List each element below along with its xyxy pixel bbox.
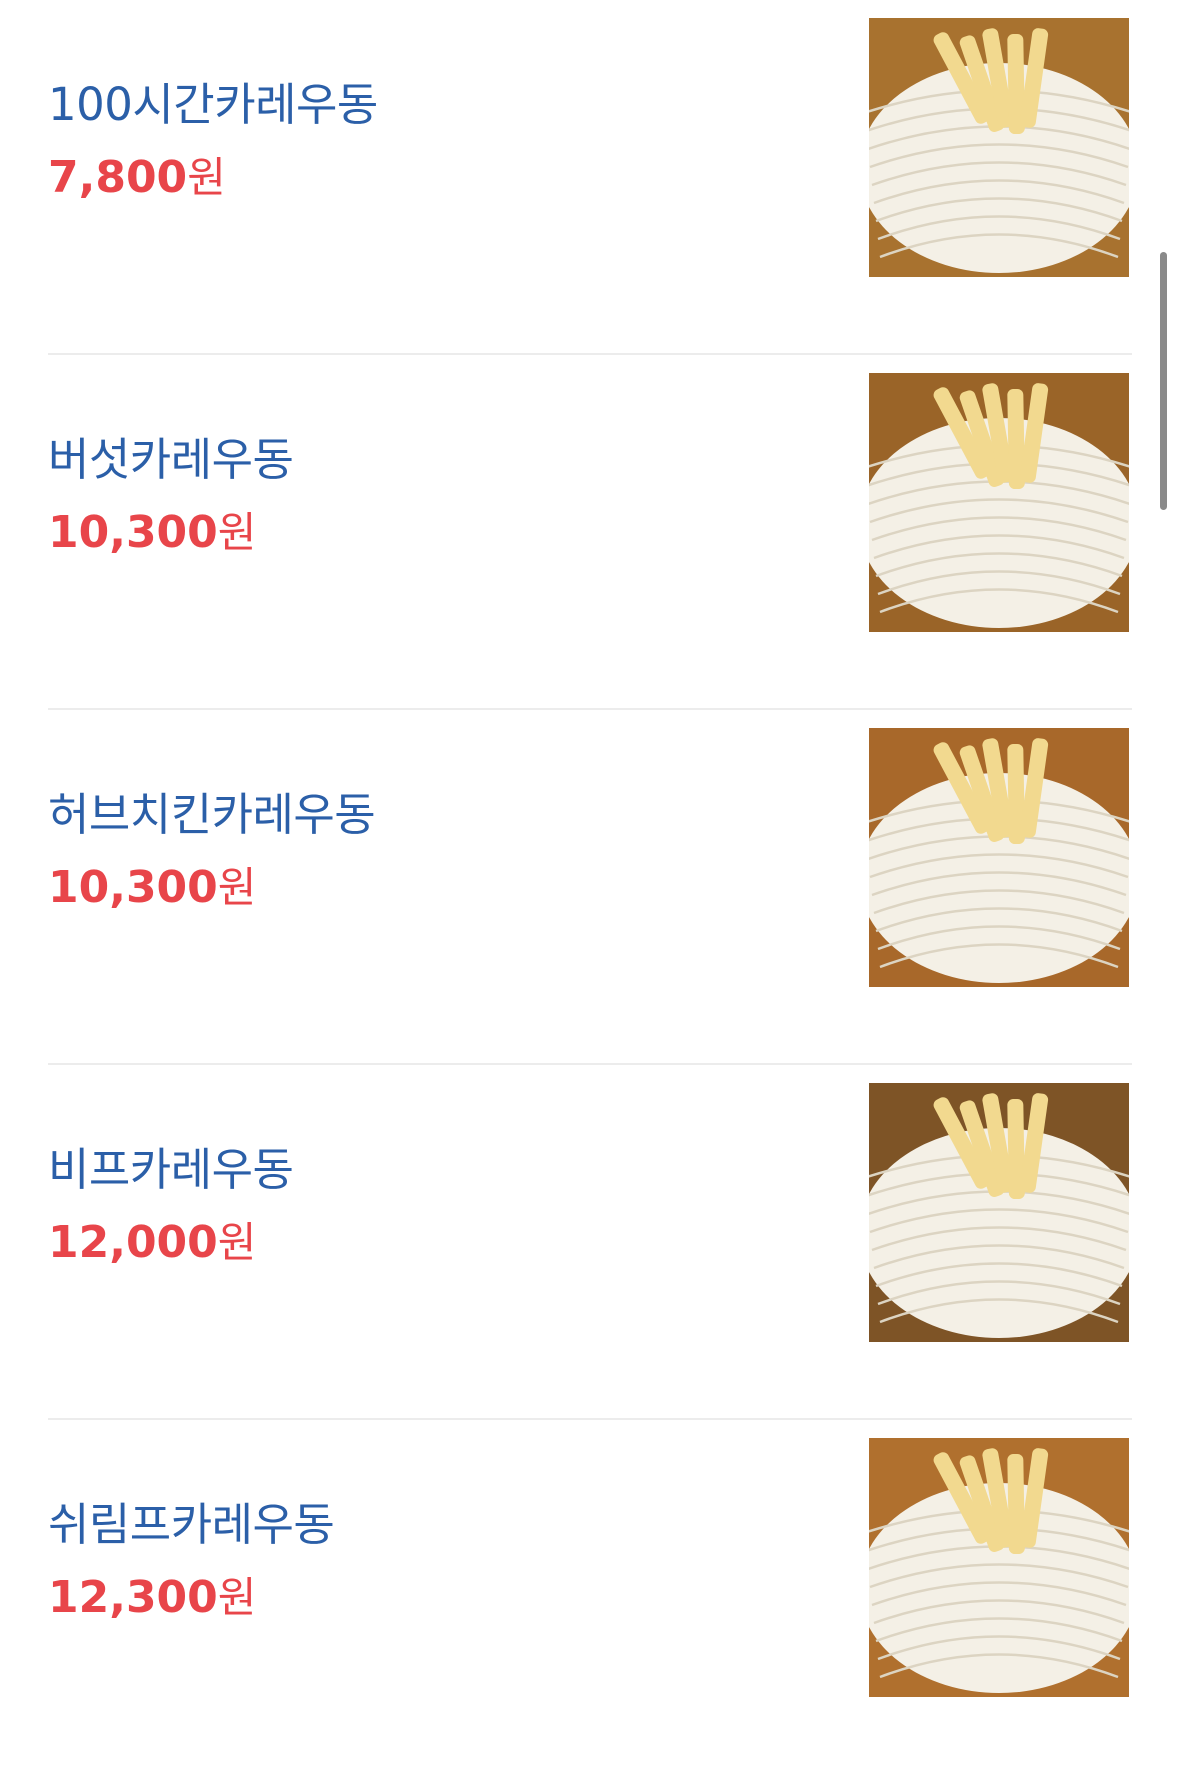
menu-item-price: 10,300원 bbox=[48, 861, 375, 915]
price-currency: 원 bbox=[217, 1218, 257, 1267]
menu-item-name: 100시간카레우동 bbox=[48, 78, 378, 131]
menu-item-text: 허브치킨카레우동 10,300원 bbox=[48, 785, 376, 915]
curry-udon-beef-photo bbox=[869, 1083, 1129, 1342]
menu-item-photo[interactable] bbox=[869, 1083, 1129, 1342]
menu-item-text: 버섯카레우동 10,300원 bbox=[48, 430, 294, 560]
menu-item-text: 비프카레우동 12,000원 bbox=[48, 1140, 294, 1270]
price-value: 7,800 bbox=[48, 152, 188, 203]
menu-item-price: 12,300원 bbox=[48, 1571, 334, 1625]
curry-udon-shrimp-photo bbox=[869, 1438, 1129, 1697]
menu-item-name: 버섯카레우동 bbox=[48, 433, 294, 486]
price-value: 10,300 bbox=[48, 507, 218, 558]
curry-udon-mushroom-photo bbox=[869, 373, 1129, 632]
menu-item-text: 쉬림프카레우동 12,300원 bbox=[48, 1495, 335, 1625]
menu-item-price: 12,000원 bbox=[48, 1216, 293, 1270]
menu-item[interactable]: 쉬림프카레우동 12,300원 bbox=[48, 1420, 1132, 1775]
menu-item-photo[interactable] bbox=[869, 373, 1129, 632]
price-value: 12,300 bbox=[48, 1572, 218, 1623]
scrollbar[interactable] bbox=[1160, 252, 1167, 510]
menu-item-photo[interactable] bbox=[869, 1438, 1129, 1697]
menu-item-name: 쉬림프카레우동 bbox=[48, 1498, 335, 1551]
price-value: 10,300 bbox=[48, 862, 218, 913]
price-currency: 원 bbox=[187, 153, 226, 202]
menu-item[interactable]: 비프카레우동 12,000원 bbox=[48, 1065, 1132, 1420]
price-currency: 원 bbox=[217, 1573, 257, 1622]
menu-item-name: 비프카레우동 bbox=[48, 1143, 294, 1196]
menu-item[interactable]: 버섯카레우동 10,300원 bbox=[48, 355, 1132, 710]
menu-item-price: 7,800원 bbox=[48, 151, 378, 205]
menu-item-name: 허브치킨카레우동 bbox=[48, 788, 376, 841]
price-currency: 원 bbox=[217, 863, 257, 912]
menu-item[interactable]: 허브치킨카레우동 10,300원 bbox=[48, 710, 1132, 1065]
curry-udon-herb-chicken-photo bbox=[869, 728, 1129, 987]
menu-item-photo[interactable] bbox=[869, 18, 1129, 277]
curry-udon-classic-photo bbox=[869, 18, 1129, 277]
menu-item-text: 100시간카레우동 7,800원 bbox=[48, 75, 378, 205]
menu-item[interactable]: 100시간카레우동 7,800원 bbox=[48, 0, 1132, 355]
menu-list: 100시간카레우동 7,800원 버섯카레우동 10,300원 허브치킨카레우동… bbox=[48, 0, 1132, 1775]
menu-item-price: 10,300원 bbox=[48, 506, 293, 560]
price-currency: 원 bbox=[217, 508, 257, 557]
price-value: 12,000 bbox=[48, 1217, 218, 1268]
menu-item-photo[interactable] bbox=[869, 728, 1129, 987]
